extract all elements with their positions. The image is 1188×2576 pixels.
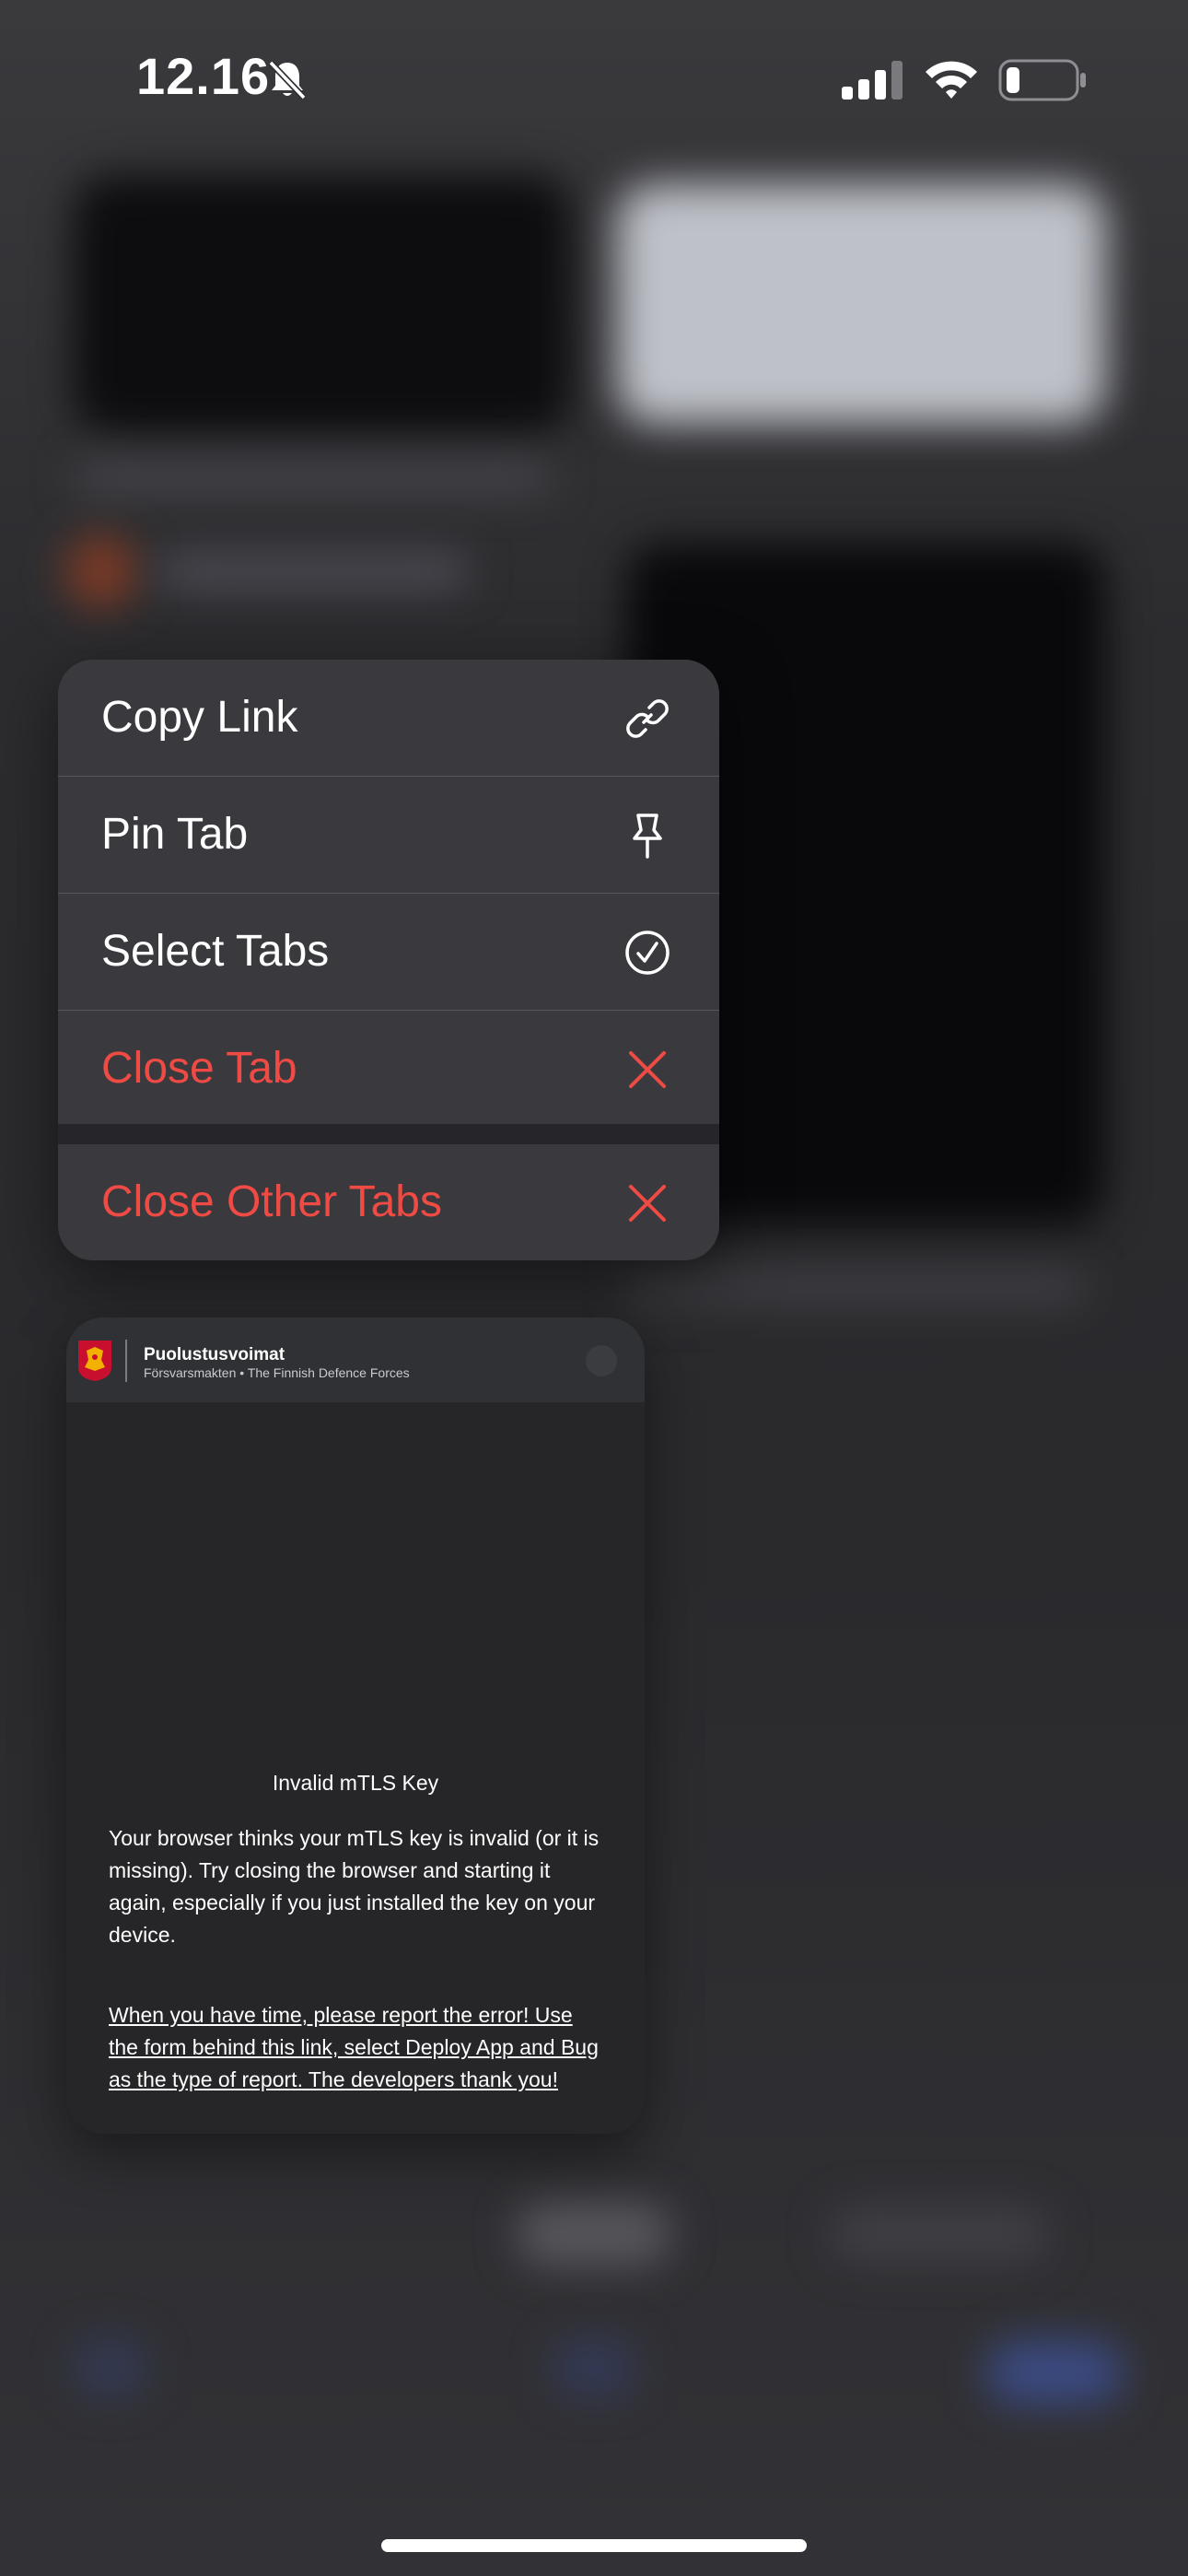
- bell-slash-icon: [268, 60, 307, 100]
- menu-item-label: Close Other Tabs: [101, 1177, 442, 1226]
- toolbar-blur: [516, 2202, 672, 2266]
- tab-context-menu: Copy Link Pin Tab Select Tabs Close Tab: [58, 660, 719, 1260]
- error-title: Invalid mTLS Key: [272, 1771, 439, 1795]
- close-x-icon: [629, 1051, 666, 1088]
- home-indicator[interactable]: [381, 2539, 807, 2552]
- pin-tab-menu-item[interactable]: Pin Tab: [58, 777, 719, 893]
- menu-item-label: Close Tab: [101, 1044, 297, 1093]
- wifi-icon: [926, 61, 977, 99]
- tab-preview-card[interactable]: Puolustusvoimat Försvarsmakten • The Fin…: [66, 1317, 645, 2134]
- close-x-icon: [629, 1185, 666, 1222]
- header-separator: [125, 1340, 127, 1382]
- battery-low-icon: [998, 59, 1086, 101]
- close-tab-menu-item[interactable]: Close Tab: [58, 1011, 719, 1127]
- link-icon: [626, 699, 669, 738]
- select-tabs-menu-item[interactable]: Select Tabs: [58, 894, 719, 1010]
- site-header: Puolustusvoimat Försvarsmakten • The Fin…: [66, 1317, 645, 1402]
- copy-link-menu-item[interactable]: Copy Link: [58, 660, 719, 776]
- checkmark-circle-icon: [625, 931, 670, 975]
- site-subtitle: Försvarsmakten • The Finnish Defence For…: [144, 1365, 410, 1380]
- status-time: 12.16: [136, 47, 271, 105]
- toolbar-blur: [829, 2207, 1050, 2262]
- finnish-defence-crest-icon: [78, 1341, 111, 1381]
- toolbar-blur: [74, 2340, 147, 2395]
- tab-title-placeholder: [157, 553, 470, 590]
- menu-item-label: Pin Tab: [101, 810, 249, 859]
- error-message: Your browser thinks your mTLS key is inv…: [109, 1826, 600, 1947]
- close-other-tabs-menu-item[interactable]: Close Other Tabs: [58, 1144, 719, 1260]
- status-bar: 12.16: [0, 0, 1188, 157]
- tab-thumbnail[interactable]: [74, 175, 571, 433]
- report-error-link[interactable]: When you have time, please report the er…: [109, 1999, 606, 2096]
- tab-grid-background: [0, 0, 1188, 2576]
- pin-icon: [633, 814, 662, 859]
- menu-section-separator: [58, 1124, 719, 1144]
- menu-item-label: Copy Link: [101, 693, 298, 742]
- cellular-signal-icon: [842, 61, 903, 100]
- tab-thumbnail[interactable]: [617, 184, 1105, 424]
- header-menu-button[interactable]: [586, 1345, 617, 1376]
- site-name: Puolustusvoimat: [144, 1345, 285, 1364]
- tab-title-placeholder: [74, 461, 553, 494]
- tab-favicon: [64, 534, 138, 608]
- tab-title-placeholder: [626, 1271, 1087, 1305]
- menu-item-label: Select Tabs: [101, 927, 330, 976]
- toolbar-blur: [985, 2340, 1124, 2405]
- toolbar-blur: [553, 2340, 635, 2395]
